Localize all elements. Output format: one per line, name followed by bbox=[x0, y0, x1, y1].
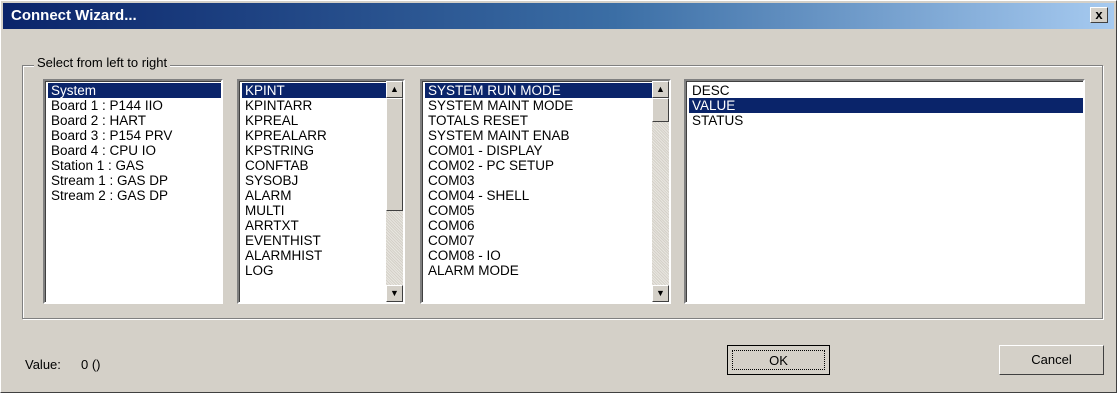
title-bar[interactable]: Connect Wizard... x bbox=[3, 3, 1114, 29]
arrow-up-icon: ▲ bbox=[390, 84, 399, 94]
list-item[interactable]: SYSOBJ bbox=[242, 173, 386, 188]
list-item[interactable]: COM01 - DISPLAY bbox=[425, 143, 652, 158]
cancel-button[interactable]: Cancel bbox=[999, 345, 1104, 375]
list-item[interactable]: KPSTRING bbox=[242, 143, 386, 158]
value-readout: 0 () bbox=[81, 357, 101, 372]
group-label: Select from left to right bbox=[34, 55, 171, 70]
type-list-items: KPINT KPINTARR KPREAL KPREALARR KPSTRING CONF… bbox=[242, 83, 386, 278]
list-item[interactable]: STATUS bbox=[689, 113, 1083, 128]
list-item[interactable]: CONFTAB bbox=[242, 158, 386, 173]
list-item[interactable]: System bbox=[48, 83, 221, 98]
close-icon: x bbox=[1095, 7, 1103, 22]
list-item[interactable]: Stream 2 : GAS DP bbox=[48, 188, 221, 203]
type-listbox[interactable]: KPINT KPINTARR KPREAL KPREALARR KPSTRING CONF… bbox=[237, 79, 405, 304]
ok-button-label: OK bbox=[732, 350, 825, 370]
list-item[interactable]: TOTALS RESET bbox=[425, 113, 652, 128]
list-item[interactable]: ALARMHIST bbox=[242, 248, 386, 263]
list-item[interactable]: DESC bbox=[689, 83, 1083, 98]
arrow-down-icon: ▼ bbox=[656, 288, 665, 298]
list-item[interactable]: COM08 - IO bbox=[425, 248, 652, 263]
object-listbox[interactable]: System Board 1 : P144 IIO Board 2 : HART Bo… bbox=[43, 79, 223, 304]
scroll-up-button[interactable]: ▲ bbox=[652, 81, 669, 98]
list-item[interactable]: COM04 - SHELL bbox=[425, 188, 652, 203]
list-item[interactable]: Board 4 : CPU IO bbox=[48, 143, 221, 158]
window-title: Connect Wizard... bbox=[11, 7, 137, 24]
point-listbox[interactable]: SYSTEM RUN MODE SYSTEM MAINT MODE TOTALS R… bbox=[420, 79, 671, 304]
list-item[interactable]: COM03 bbox=[425, 173, 652, 188]
list-item[interactable]: SYSTEM MAINT MODE bbox=[425, 98, 652, 113]
list-item[interactable]: ALARM bbox=[242, 188, 386, 203]
scroll-down-button[interactable]: ▼ bbox=[386, 285, 403, 302]
list-item[interactable]: KPINTARR bbox=[242, 98, 386, 113]
list-item[interactable]: Board 2 : HART bbox=[48, 113, 221, 128]
list-item[interactable]: VALUE bbox=[689, 98, 1083, 113]
list-item[interactable]: MULTI bbox=[242, 203, 386, 218]
list-item[interactable]: Stream 1 : GAS DP bbox=[48, 173, 221, 188]
list-item[interactable]: SYSTEM RUN MODE bbox=[425, 83, 652, 98]
value-label: Value: bbox=[25, 357, 61, 372]
list-item[interactable]: KPREALARR bbox=[242, 128, 386, 143]
scroll-up-button[interactable]: ▲ bbox=[386, 81, 403, 98]
list-item[interactable]: EVENTHIST bbox=[242, 233, 386, 248]
list-item[interactable]: KPINT bbox=[242, 83, 386, 98]
list-item[interactable]: COM05 bbox=[425, 203, 652, 218]
scroll-down-button[interactable]: ▼ bbox=[652, 285, 669, 302]
list-item[interactable]: ALARM MODE bbox=[425, 263, 652, 278]
list-item[interactable]: COM06 bbox=[425, 218, 652, 233]
attribute-list-items: DESC VALUE STATUS bbox=[689, 83, 1083, 128]
list-item[interactable]: COM07 bbox=[425, 233, 652, 248]
list-item[interactable]: Board 1 : P144 IIO bbox=[48, 98, 221, 113]
close-button[interactable]: x bbox=[1090, 7, 1108, 23]
arrow-down-icon: ▼ bbox=[390, 288, 399, 298]
type-list-scrollbar[interactable]: ▲ ▼ bbox=[386, 81, 403, 302]
scroll-thumb[interactable] bbox=[652, 98, 669, 122]
list-item[interactable]: Station 1 : GAS bbox=[48, 158, 221, 173]
arrow-up-icon: ▲ bbox=[656, 84, 665, 94]
connect-wizard-dialog: Connect Wizard... x Select from left to … bbox=[0, 0, 1117, 393]
scroll-thumb[interactable] bbox=[386, 98, 403, 211]
list-item[interactable]: SYSTEM MAINT ENAB bbox=[425, 128, 652, 143]
point-list-items: SYSTEM RUN MODE SYSTEM MAINT MODE TOTALS R… bbox=[425, 83, 652, 278]
list-item[interactable]: ARRTXT bbox=[242, 218, 386, 233]
ok-button[interactable]: OK bbox=[727, 345, 830, 375]
attribute-listbox[interactable]: DESC VALUE STATUS bbox=[684, 79, 1085, 304]
object-list-items: System Board 1 : P144 IIO Board 2 : HART Bo… bbox=[48, 83, 221, 203]
list-item[interactable]: COM02 - PC SETUP bbox=[425, 158, 652, 173]
list-item[interactable]: KPREAL bbox=[242, 113, 386, 128]
list-item[interactable]: Board 3 : P154 PRV bbox=[48, 128, 221, 143]
list-item[interactable]: LOG bbox=[242, 263, 386, 278]
point-list-scrollbar[interactable]: ▲ ▼ bbox=[652, 81, 669, 302]
